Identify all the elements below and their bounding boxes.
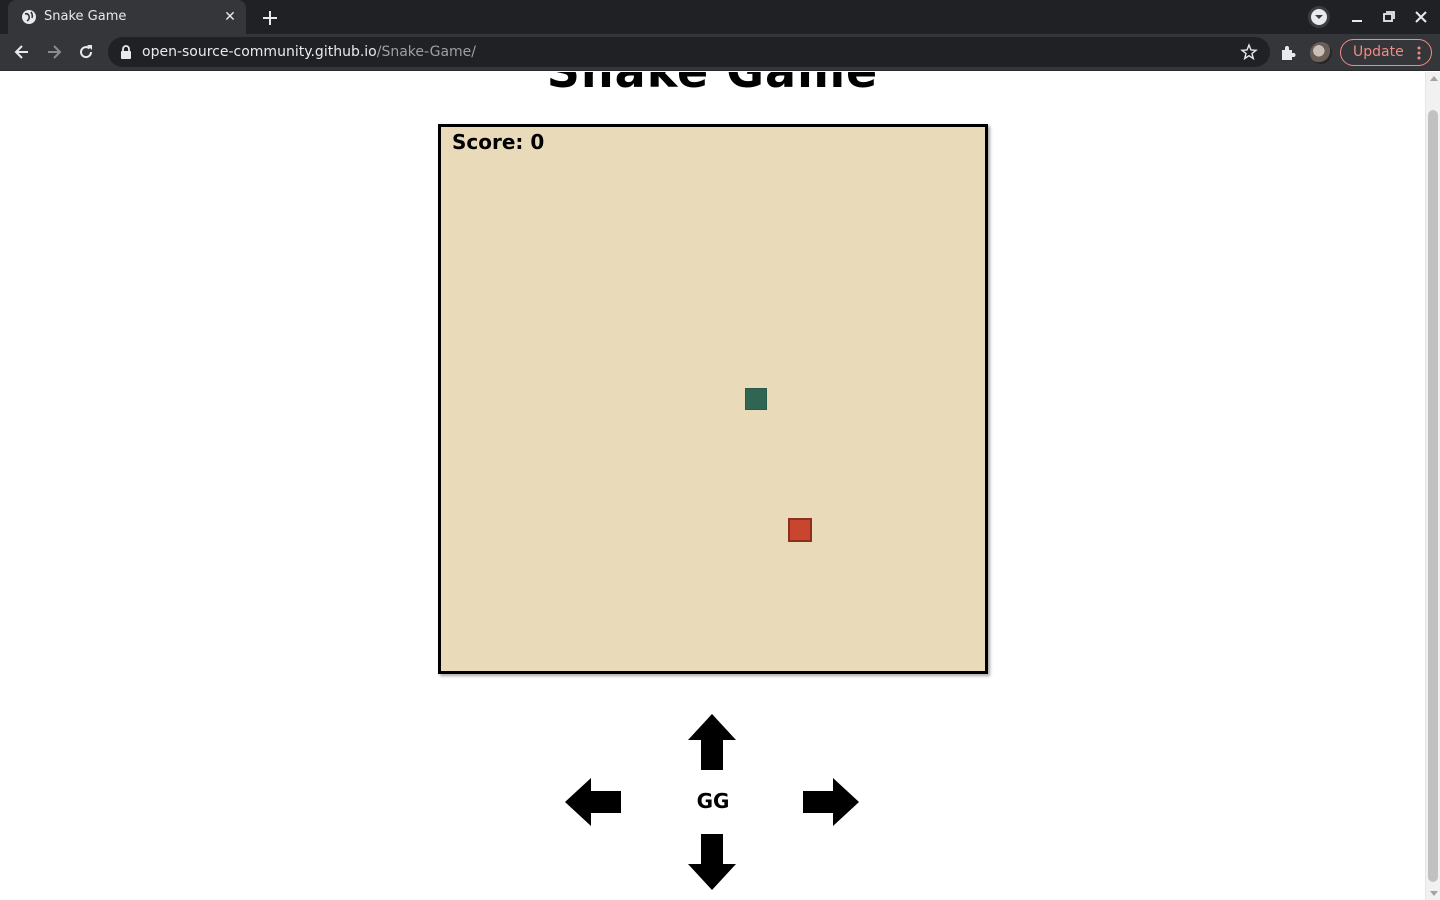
food-square — [788, 518, 812, 542]
arrow-up-icon[interactable] — [688, 714, 736, 770]
tab-title: Snake Game — [44, 9, 127, 24]
close-window-icon[interactable] — [1410, 7, 1432, 27]
url-host: open-source-community.github.io — [142, 44, 377, 60]
score-display: Score: 0 — [452, 130, 545, 154]
restore-icon[interactable] — [1378, 7, 1400, 27]
url-text: open-source-community.github.io/Snake-Ga… — [142, 44, 476, 60]
arrow-left-icon[interactable] — [565, 778, 621, 826]
scroll-up-icon[interactable] — [1430, 76, 1438, 81]
page-scrollbar[interactable] — [1425, 72, 1440, 900]
forward-arrow-icon[interactable] — [44, 42, 64, 62]
page-title: Snake Game — [0, 72, 1425, 98]
close-tab-icon[interactable]: ✕ — [222, 9, 238, 25]
tab-snake-game[interactable]: Snake Game ✕ — [8, 0, 246, 34]
update-button[interactable]: Update — [1340, 39, 1432, 66]
page-viewport: Snake Game Score: 0 GG — [0, 72, 1425, 900]
bookmark-star-icon[interactable] — [1240, 43, 1258, 61]
scroll-down-icon[interactable] — [1430, 891, 1438, 896]
game-board: Score: 0 — [438, 124, 988, 674]
snake-head — [745, 388, 767, 410]
tab-search-button[interactable] — [1308, 6, 1330, 28]
minimize-icon[interactable] — [1346, 7, 1368, 27]
arrow-right-icon[interactable] — [803, 778, 859, 826]
new-tab-icon[interactable] — [258, 6, 282, 30]
arrow-down-icon[interactable] — [688, 834, 736, 890]
update-label: Update — [1353, 44, 1404, 60]
back-arrow-icon[interactable] — [12, 42, 32, 62]
extensions-puzzle-icon[interactable] — [1278, 43, 1298, 63]
tab-strip: Snake Game ✕ — [0, 0, 1440, 34]
chevron-down-icon — [1311, 9, 1327, 25]
browser-toolbar: open-source-community.github.io/Snake-Ga… — [0, 34, 1440, 71]
lock-icon — [121, 45, 131, 59]
address-bar[interactable]: open-source-community.github.io/Snake-Ga… — [108, 37, 1270, 67]
url-path: /Snake-Game/ — [376, 44, 476, 60]
center-label: GG — [696, 789, 730, 813]
scrollbar-thumb[interactable] — [1428, 110, 1438, 882]
profile-avatar[interactable] — [1310, 42, 1332, 64]
more-vert-icon — [1417, 46, 1421, 60]
reload-icon[interactable] — [76, 42, 96, 62]
globe-icon — [22, 10, 36, 24]
